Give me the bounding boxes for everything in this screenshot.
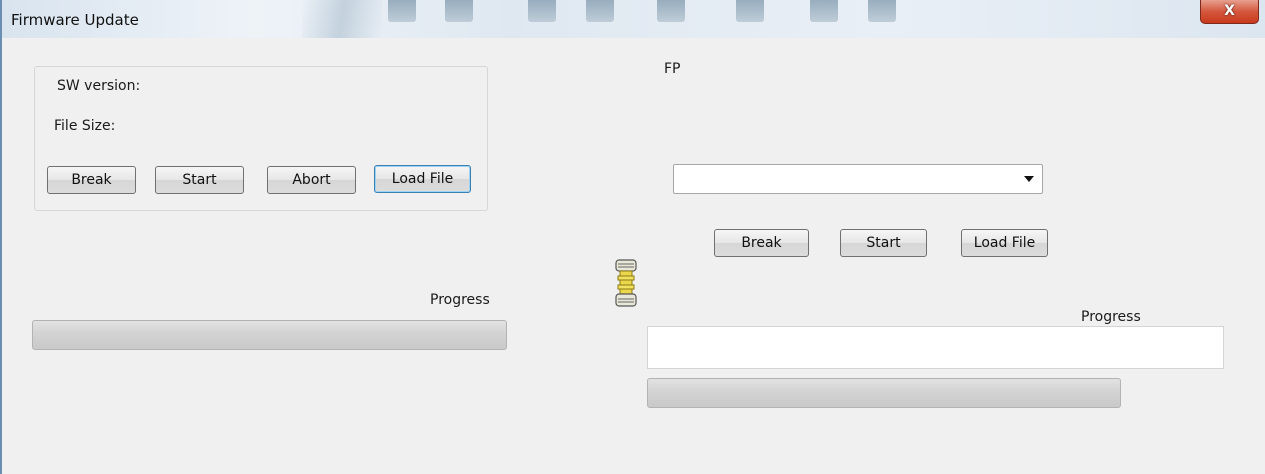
close-button[interactable]: X <box>1200 0 1259 24</box>
fp-progress-label: Progress <box>1081 309 1141 325</box>
progress-bar <box>32 320 507 350</box>
firmware-update-window: Firmware Update X SW version: File Size:… <box>0 0 1265 474</box>
titlebar-decoration <box>302 0 382 38</box>
titlebar-decoration <box>810 0 838 22</box>
titlebar-decoration <box>388 0 416 22</box>
title-bar[interactable]: Firmware Update X <box>2 0 1265 38</box>
fp-dropdown[interactable] <box>673 164 1043 194</box>
window-title: Firmware Update <box>11 11 139 29</box>
start-button[interactable]: Start <box>155 166 244 194</box>
fp-status-field[interactable] <box>647 326 1224 369</box>
progress-label: Progress <box>430 292 490 308</box>
titlebar-decoration <box>868 0 896 22</box>
titlebar-decoration <box>586 0 614 22</box>
abort-button[interactable]: Abort <box>267 166 356 194</box>
break-button[interactable]: Break <box>47 166 136 194</box>
titlebar-decoration <box>736 0 764 22</box>
load-file-button[interactable]: Load File <box>374 165 471 193</box>
titlebar-decoration <box>445 0 473 22</box>
fp-load-file-button[interactable]: Load File <box>961 229 1048 257</box>
fp-label: FP <box>664 61 681 77</box>
file-size-label: File Size: <box>54 118 116 134</box>
sw-version-label: SW version: <box>57 78 141 94</box>
chevron-down-icon[interactable] <box>1024 176 1034 182</box>
titlebar-decoration <box>528 0 556 22</box>
fp-break-button[interactable]: Break <box>714 229 809 257</box>
close-icon: X <box>1224 3 1235 19</box>
connector-icon <box>615 259 637 307</box>
titlebar-decoration <box>657 0 685 22</box>
fp-start-button[interactable]: Start <box>840 229 927 257</box>
fp-progress-bar <box>647 378 1121 408</box>
